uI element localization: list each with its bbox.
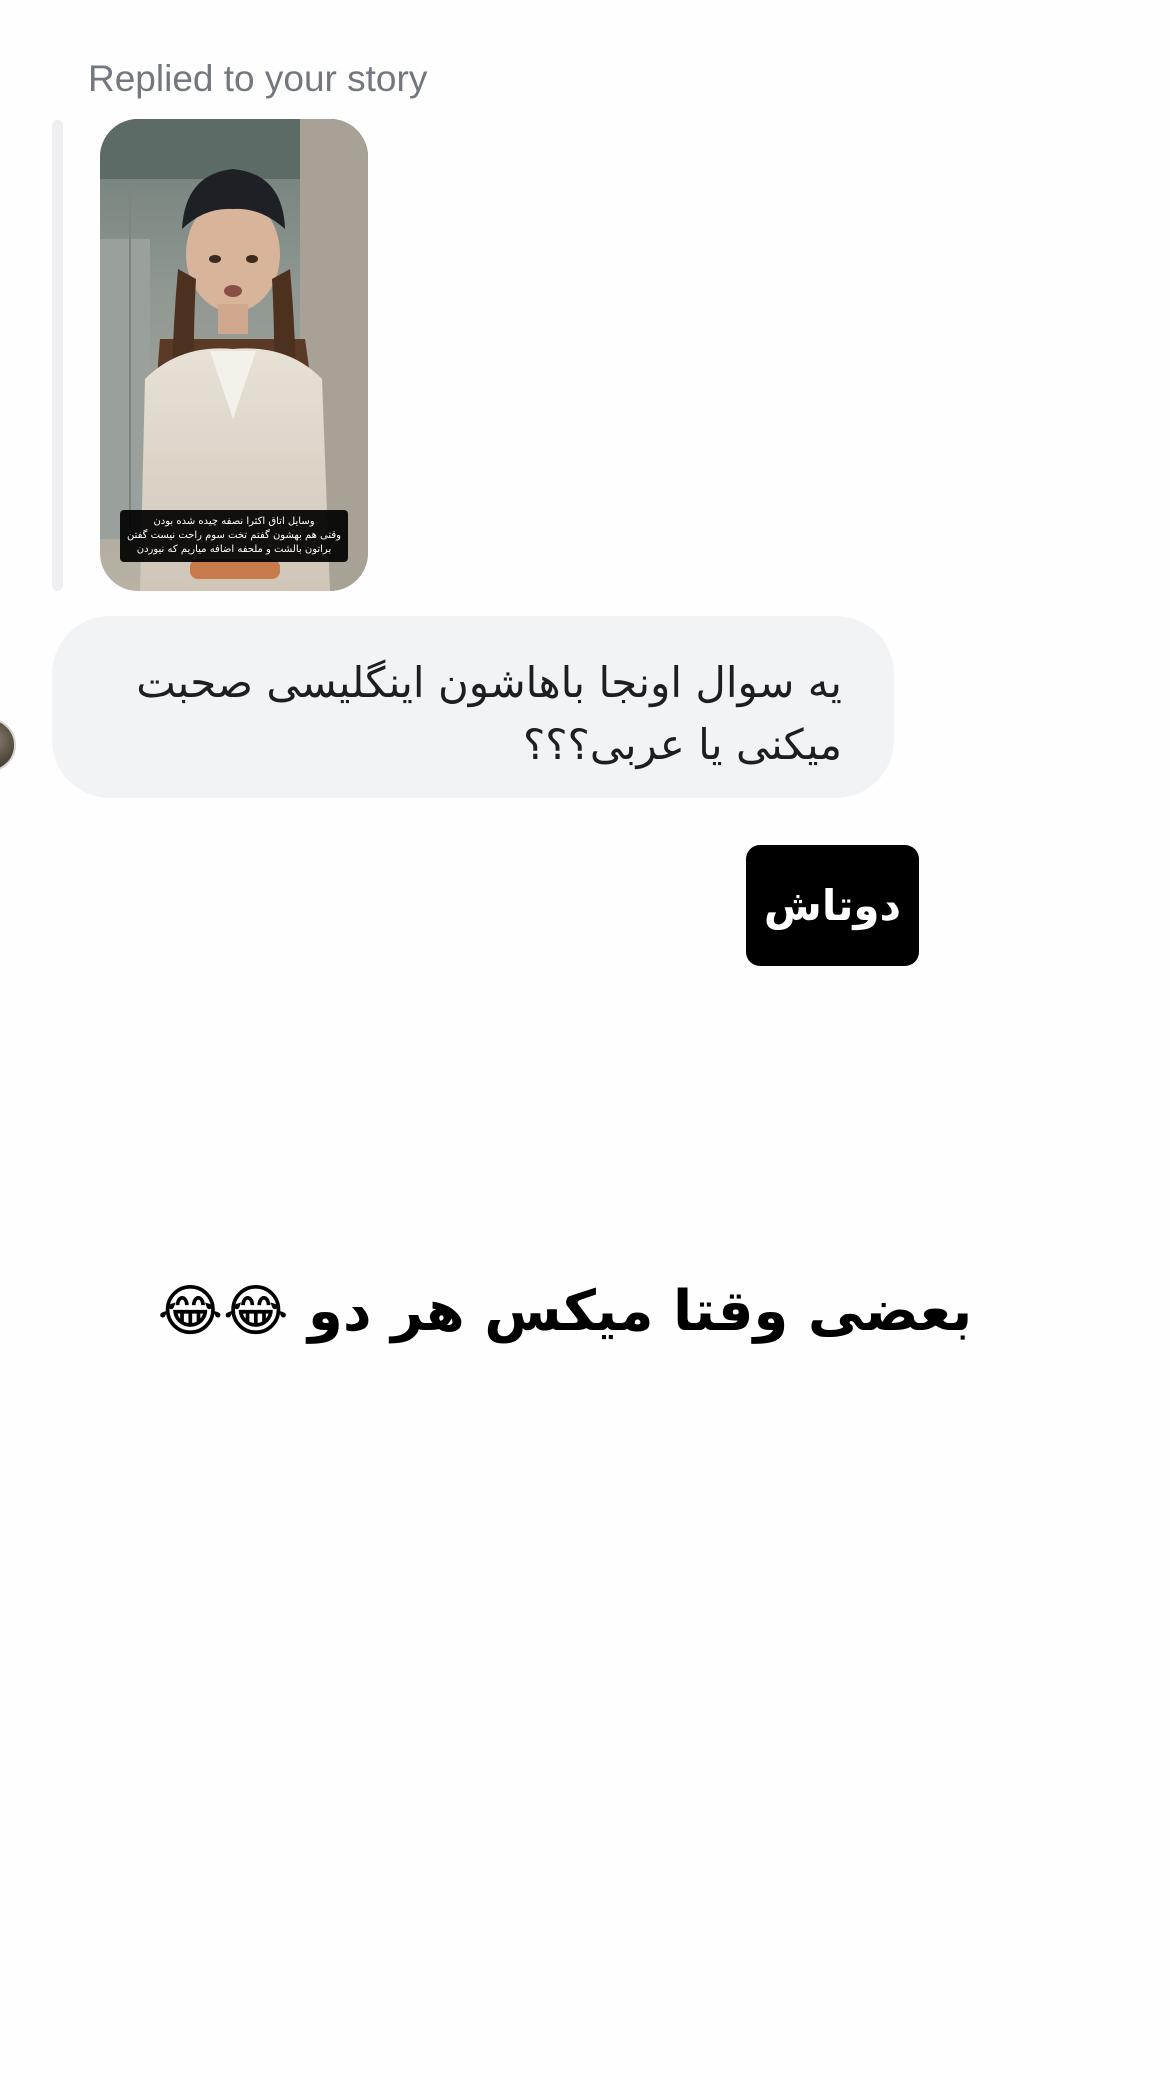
story-caption-line: وسایل اتاق اکثرا نصفه چیده شده بودن <box>153 516 315 527</box>
sender-avatar[interactable] <box>0 718 16 772</box>
story-text-sticker: دوتاش <box>746 845 919 966</box>
story-thumbnail[interactable]: وسایل اتاق اکثرا نصفه چیده شده بودن وقتی… <box>100 119 368 591</box>
story-caption-line: براتون بالشت و ملحفه اضافه میاریم که نیو… <box>136 544 332 555</box>
message-text: یه سوال اونجا باهاشون اینگلیسی صحبت میکن… <box>136 658 842 769</box>
story-reply-screen: Replied to your story وسایل اتاق اکثرا ن… <box>0 0 1170 2080</box>
reply-quote-bar <box>52 120 63 591</box>
story-overlay-text: بعضی وقتا میکس هر دو 😂😂 <box>157 1279 973 1344</box>
message-bubble[interactable]: یه سوال اونجا باهاشون اینگلیسی صحبت میکن… <box>52 616 894 798</box>
sticker-label-text: دوتاش <box>763 881 902 930</box>
story-caption-line: وقتی هم بهشون گفتم تخت سوم راحت نیست گفت… <box>126 530 342 541</box>
replied-to-story-label: Replied to your story <box>88 58 428 99</box>
story-caption: وسایل اتاق اکثرا نصفه چیده شده بودن وقتی… <box>120 510 348 562</box>
